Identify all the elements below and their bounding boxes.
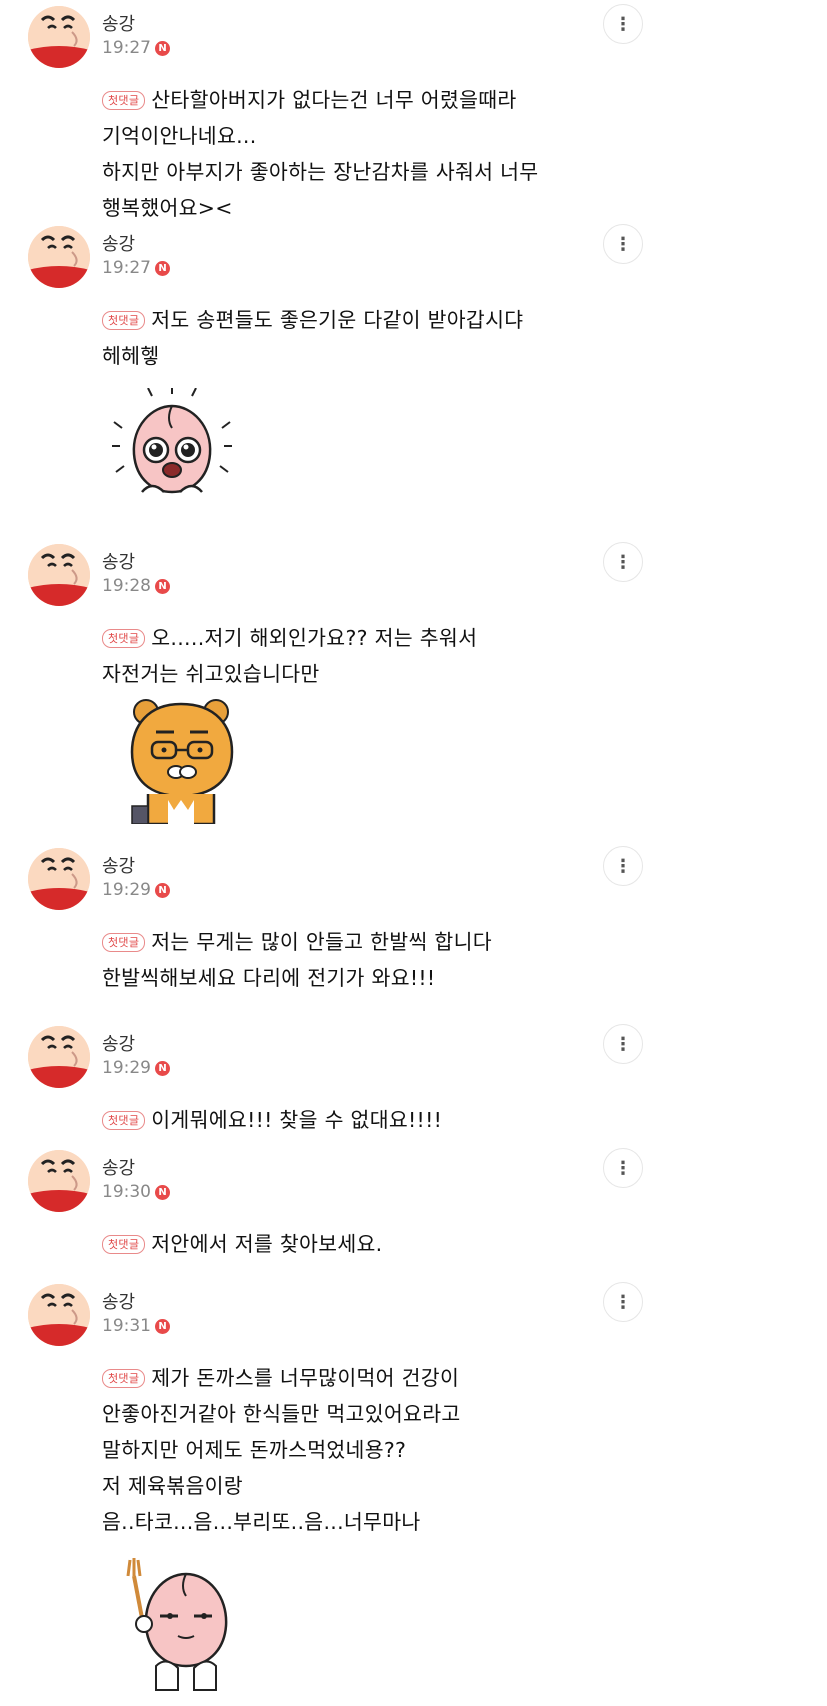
first-comment-badge: 첫댓글 (102, 311, 146, 330)
author-name[interactable]: 송강 (102, 10, 135, 36)
comment-line: 저 제육볶음이랑 (102, 1474, 243, 1498)
new-icon: N (155, 1060, 170, 1076)
more-options-button[interactable]: ⋮ (603, 4, 643, 44)
more-options-button[interactable]: ⋮ (603, 846, 643, 886)
comment-line: 첫댓글 저안에서 저를 찾아보세요. (102, 1226, 622, 1262)
comment-line: 안좋아진거같아 한식들만 먹고있어요라고 (102, 1402, 461, 1426)
avatar-image (28, 1026, 90, 1088)
more-options-button[interactable]: ⋮ (603, 1148, 643, 1188)
comment-line-text: 저는 무게는 많이 안들고 한발씩 합니다 (151, 930, 492, 954)
new-icon: N (155, 578, 170, 594)
comment-body: 첫댓글 저안에서 저를 찾아보세요. (102, 1226, 622, 1262)
avatar[interactable] (28, 226, 90, 288)
author-name[interactable]: 송강 (102, 1154, 135, 1180)
time-text: 19:29 (102, 1058, 151, 1078)
comment-time: 19:28 N (102, 576, 170, 596)
more-vertical-icon: ⋮ (614, 855, 632, 877)
avatar[interactable] (28, 1150, 90, 1212)
avatar[interactable] (28, 1026, 90, 1088)
comment-line-text: 저안에서 저를 찾아보세요. (151, 1232, 383, 1256)
time-text: 19:31 (102, 1316, 151, 1336)
time-text: 19:28 (102, 576, 151, 596)
comment-line: 첫댓글 제가 돈까스를 너무많이먹어 건강이 (102, 1360, 622, 1396)
comment-time: 19:27 N (102, 38, 170, 58)
more-vertical-icon: ⋮ (614, 1291, 632, 1313)
author-name[interactable]: 송강 (102, 852, 135, 878)
ryan-glasses-sticker (128, 696, 238, 828)
apeach-teary-sticker (112, 387, 232, 512)
comment-time: 19:27 N (102, 258, 170, 278)
comment-time: 19:31 N (102, 1316, 170, 1336)
comment-line-text: 저도 송편들도 좋은기운 다같이 받아갑시댜 (151, 308, 524, 332)
avatar[interactable] (28, 1284, 90, 1346)
comment-line: 자전거는 쉬고있습니다만 (102, 662, 320, 686)
avatar[interactable] (28, 848, 90, 910)
comment-line-text: 제가 돈까스를 너무많이먹어 건강이 (151, 1366, 460, 1390)
time-text: 19:29 (102, 880, 151, 900)
time-text: 19:27 (102, 258, 151, 278)
comment-line: 말하지만 어제도 돈까스먹었네용?? (102, 1438, 407, 1462)
new-icon: N (155, 40, 170, 56)
avatar-image (28, 226, 90, 288)
author-name[interactable]: 송강 (102, 1030, 135, 1056)
more-options-button[interactable]: ⋮ (603, 542, 643, 582)
new-icon: N (155, 1318, 170, 1334)
author-name[interactable]: 송강 (102, 1288, 135, 1314)
comment-line: 행복했어요>< (102, 196, 233, 220)
more-vertical-icon: ⋮ (614, 13, 632, 35)
comment-line: 한발씩해보세요 다리에 전기가 와요!!! (102, 966, 436, 990)
avatar-image (28, 1284, 90, 1346)
time-text: 19:27 (102, 38, 151, 58)
comment-time: 19:29 N (102, 1058, 170, 1078)
first-comment-badge: 첫댓글 (102, 1369, 146, 1388)
comment-line: 첫댓글 산타할아버지가 없다는건 너무 어렸을때라 (102, 82, 622, 118)
first-comment-badge: 첫댓글 (102, 629, 146, 648)
more-options-button[interactable]: ⋮ (603, 1024, 643, 1064)
comment-line-text: 오.....저기 해외인가요?? 저는 추워서 (151, 626, 478, 650)
author-name[interactable]: 송강 (102, 548, 135, 574)
comment-line: 음..타코...음...부리또..음...너무마나 (102, 1510, 421, 1534)
comment-line-text: 산타할아버지가 없다는건 너무 어렸을때라 (151, 88, 517, 112)
comment-time: 19:29 N (102, 880, 170, 900)
more-vertical-icon: ⋮ (614, 551, 632, 573)
comment-line-text: 이게뭐에요!!! 찾을 수 없대요!!!! (151, 1108, 443, 1132)
author-name[interactable]: 송강 (102, 230, 135, 256)
first-comment-badge: 첫댓글 (102, 1111, 146, 1130)
comment-line: 첫댓글 오.....저기 해외인가요?? 저는 추워서 (102, 620, 622, 656)
first-comment-badge: 첫댓글 (102, 933, 146, 952)
avatar[interactable] (28, 544, 90, 606)
new-icon: N (155, 1184, 170, 1200)
avatar-image (28, 1150, 90, 1212)
more-vertical-icon: ⋮ (614, 1157, 632, 1179)
comment-line: 첫댓글 저는 무게는 많이 안들고 한발씩 합니다 (102, 924, 622, 960)
more-options-button[interactable]: ⋮ (603, 224, 643, 264)
comment-body: 첫댓글 저는 무게는 많이 안들고 한발씩 합니다 한발씩해보세요 다리에 전기가… (102, 924, 622, 996)
more-options-button[interactable]: ⋮ (603, 1282, 643, 1322)
first-comment-badge: 첫댓글 (102, 1235, 146, 1254)
time-text: 19:30 (102, 1182, 151, 1202)
new-icon: N (155, 260, 170, 276)
more-vertical-icon: ⋮ (614, 1033, 632, 1055)
comment-body: 첫댓글 저도 송편들도 좋은기운 다같이 받아갑시댜 헤헤헿 (102, 302, 622, 374)
comment-line: 기억이안나네요... (102, 124, 257, 148)
comment-time: 19:30 N (102, 1182, 170, 1202)
first-comment-badge: 첫댓글 (102, 91, 146, 110)
comment-body: 첫댓글 이게뭐에요!!! 찾을 수 없대요!!!! (102, 1102, 622, 1138)
avatar-image (28, 6, 90, 68)
comment-body: 첫댓글 제가 돈까스를 너무많이먹어 건강이 안좋아진거같아 한식들만 먹고있어요… (102, 1360, 622, 1540)
comment-line: 첫댓글 이게뭐에요!!! 찾을 수 없대요!!!! (102, 1102, 622, 1138)
comment-line: 첫댓글 저도 송편들도 좋은기운 다같이 받아갑시댜 (102, 302, 622, 338)
comment-line: 헤헤헿 (102, 344, 160, 368)
comment-body: 첫댓글 오.....저기 해외인가요?? 저는 추워서 자전거는 쉬고있습니다만 (102, 620, 622, 692)
comment-line: 하지만 아부지가 좋아하는 장난감차를 사줘서 너무 (102, 160, 539, 184)
comment-body: 첫댓글 산타할아버지가 없다는건 너무 어렸을때라 기억이안나네요... 하지만 … (102, 82, 622, 226)
new-icon: N (155, 882, 170, 898)
more-vertical-icon: ⋮ (614, 233, 632, 255)
avatar[interactable] (28, 6, 90, 68)
apeach-fork-sticker (120, 1554, 240, 1698)
avatar-image (28, 848, 90, 910)
avatar-image (28, 544, 90, 606)
